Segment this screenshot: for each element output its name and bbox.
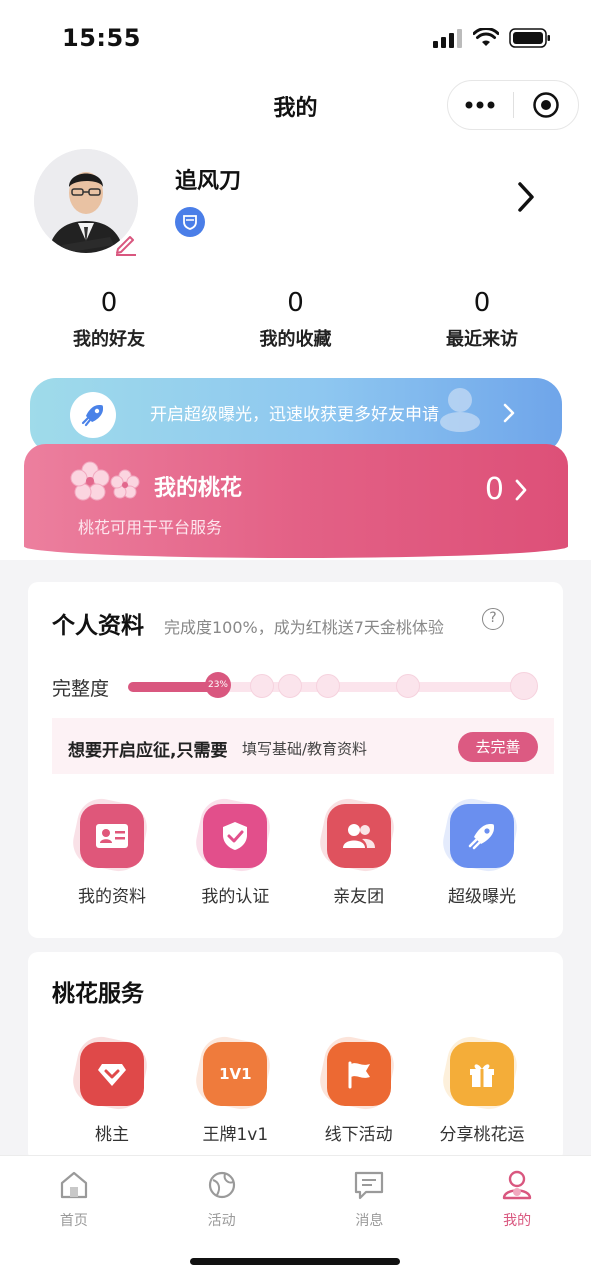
progress-percent: 23% [205, 672, 231, 698]
shortcut-label: 我的资料 [78, 887, 146, 907]
peach-count: 0 [484, 472, 504, 507]
service-peach-host[interactable]: 桃主 [52, 1042, 172, 1145]
more-dots-icon [465, 101, 495, 109]
shortcut-label: 我的认证 [201, 887, 270, 907]
level-badge-icon [175, 207, 205, 237]
heart-badge-icon [80, 1042, 144, 1106]
nav-bar: 我的 [0, 80, 591, 132]
globe-icon [208, 1171, 235, 1199]
close-miniapp-button[interactable] [514, 80, 579, 130]
shortcut-verification[interactable]: 我的认证 [175, 804, 295, 907]
tab-label: 首页 [59, 1213, 88, 1229]
tab-label: 消息 [355, 1213, 384, 1229]
milestone-message-icon [278, 674, 302, 698]
tab-mine[interactable]: 我的 [443, 1168, 591, 1230]
peach-service-card: 桃花服务 桃主 1V1 王牌1v1 线下活动 分享桃花运 [28, 952, 563, 1162]
peach-flower-icon [70, 461, 140, 501]
stat-value: 0 [473, 288, 491, 318]
service-shortcuts: 桃主 1V1 王牌1v1 线下活动 分享桃花运 [52, 1042, 542, 1145]
service-label: 王牌1v1 [202, 1125, 269, 1145]
shortcut-my-profile[interactable]: 我的资料 [52, 804, 172, 907]
tip-strong-text: 想要开启应征,只需要 [68, 741, 228, 761]
service-share-luck[interactable]: 分享桃花运 [422, 1042, 542, 1145]
card-title: 桃花服务 [52, 981, 144, 1007]
milestone-bolt-icon [316, 674, 340, 698]
chevron-right-icon [503, 403, 515, 423]
rocket-icon [449, 804, 514, 868]
complete-profile-button[interactable]: 去完善 [458, 732, 538, 762]
gift-icon [449, 1042, 514, 1106]
help-icon[interactable]: ? [482, 608, 504, 630]
stat-favorites[interactable]: 0 我的收藏 [218, 285, 373, 365]
tab-activities[interactable]: 活动 [148, 1168, 296, 1230]
home-icon [60, 1171, 87, 1199]
one-v-one-icon: 1V1 [203, 1042, 268, 1106]
mini-program-capsule [447, 80, 579, 130]
signal-icon [433, 29, 462, 48]
edit-pencil-icon[interactable] [112, 229, 140, 257]
stat-label: 我的收藏 [259, 329, 332, 350]
shortcut-friends-group[interactable]: 亲友团 [299, 804, 419, 907]
rocket-icon [70, 392, 116, 438]
tab-label: 我的 [503, 1213, 532, 1229]
stat-friends[interactable]: 0 我的好友 [0, 285, 218, 365]
tab-messages[interactable]: 消息 [296, 1168, 444, 1230]
profile-shortcuts: 我的资料 我的认证 亲友团 超级曝光 [52, 804, 542, 907]
home-indicator [190, 1258, 400, 1265]
peach-subtitle: 桃花可用于平台服务 [78, 518, 223, 537]
card-title: 个人资料 [52, 613, 144, 639]
profile-header[interactable]: 追风刀 [0, 145, 591, 265]
message-icon [355, 1171, 384, 1200]
stat-value: 0 [287, 288, 304, 318]
status-time: 15:55 [62, 24, 141, 52]
id-card-icon [80, 804, 144, 868]
service-label: 线下活动 [324, 1125, 393, 1145]
completion-hint: 完成度100%，成为红桃送7天金桃体验 [164, 618, 444, 637]
stat-recent-visitors[interactable]: 0 最近来访 [373, 285, 591, 365]
shield-check-icon [203, 804, 268, 868]
shortcut-super-exposure[interactable]: 超级曝光 [422, 804, 542, 907]
completion-tip-bar: 想要开启应征,只需要 填写基础/教育资料 去完善 [52, 718, 554, 774]
progress-label: 完整度 [52, 678, 110, 700]
milestone-heart-icon [250, 674, 274, 698]
milestone-bag-icon [396, 674, 420, 698]
target-icon [533, 92, 559, 118]
shortcut-label: 超级曝光 [447, 887, 516, 907]
astronaut-decoration-icon [440, 388, 480, 432]
stats-row: 0 我的好友 0 我的收藏 0 最近来访 [0, 285, 591, 365]
peach-title: 我的桃花 [154, 476, 243, 501]
milestone-final-icon [510, 672, 538, 700]
service-offline-events[interactable]: 线下活动 [299, 1042, 419, 1145]
status-icons [433, 28, 551, 48]
progress-track: 23% [128, 672, 538, 700]
more-button[interactable] [448, 80, 513, 130]
stat-value: 0 [100, 288, 118, 318]
tab-label: 活动 [207, 1213, 236, 1229]
tab-home[interactable]: 首页 [0, 1168, 148, 1230]
tip-text: 填写基础/教育资料 [242, 740, 368, 758]
stat-label: 最近来访 [446, 329, 518, 350]
flag-icon [326, 1042, 391, 1106]
battery-icon [509, 28, 550, 48]
one-v-one-glyph: 1V1 [219, 1065, 252, 1083]
personal-info-card: 个人资料 完成度100%，成为红桃送7天金桃体验 ? 完整度 23% 想要开启应… [28, 582, 563, 938]
stat-label: 我的好友 [73, 329, 145, 350]
service-label: 分享桃花运 [439, 1125, 525, 1145]
banner-text: 开启超级曝光，迅速收获更多好友申请 [150, 405, 439, 425]
status-bar: 15:55 [0, 0, 591, 80]
shortcut-label: 亲友团 [333, 887, 385, 907]
service-ace-1v1[interactable]: 1V1 王牌1v1 [175, 1042, 295, 1145]
service-label: 桃主 [95, 1125, 129, 1145]
my-peach-blossom-card[interactable]: 我的桃花 桃花可用于平台服务 0 [24, 444, 568, 558]
super-exposure-banner[interactable]: 开启超级曝光，迅速收获更多好友申请 [30, 378, 562, 454]
people-icon [326, 804, 391, 868]
chevron-right-icon [515, 479, 527, 501]
wifi-icon [473, 28, 499, 46]
profile-chevron-right-icon[interactable] [512, 179, 540, 215]
user-icon [502, 1170, 532, 1200]
username: 追风刀 [175, 169, 242, 194]
